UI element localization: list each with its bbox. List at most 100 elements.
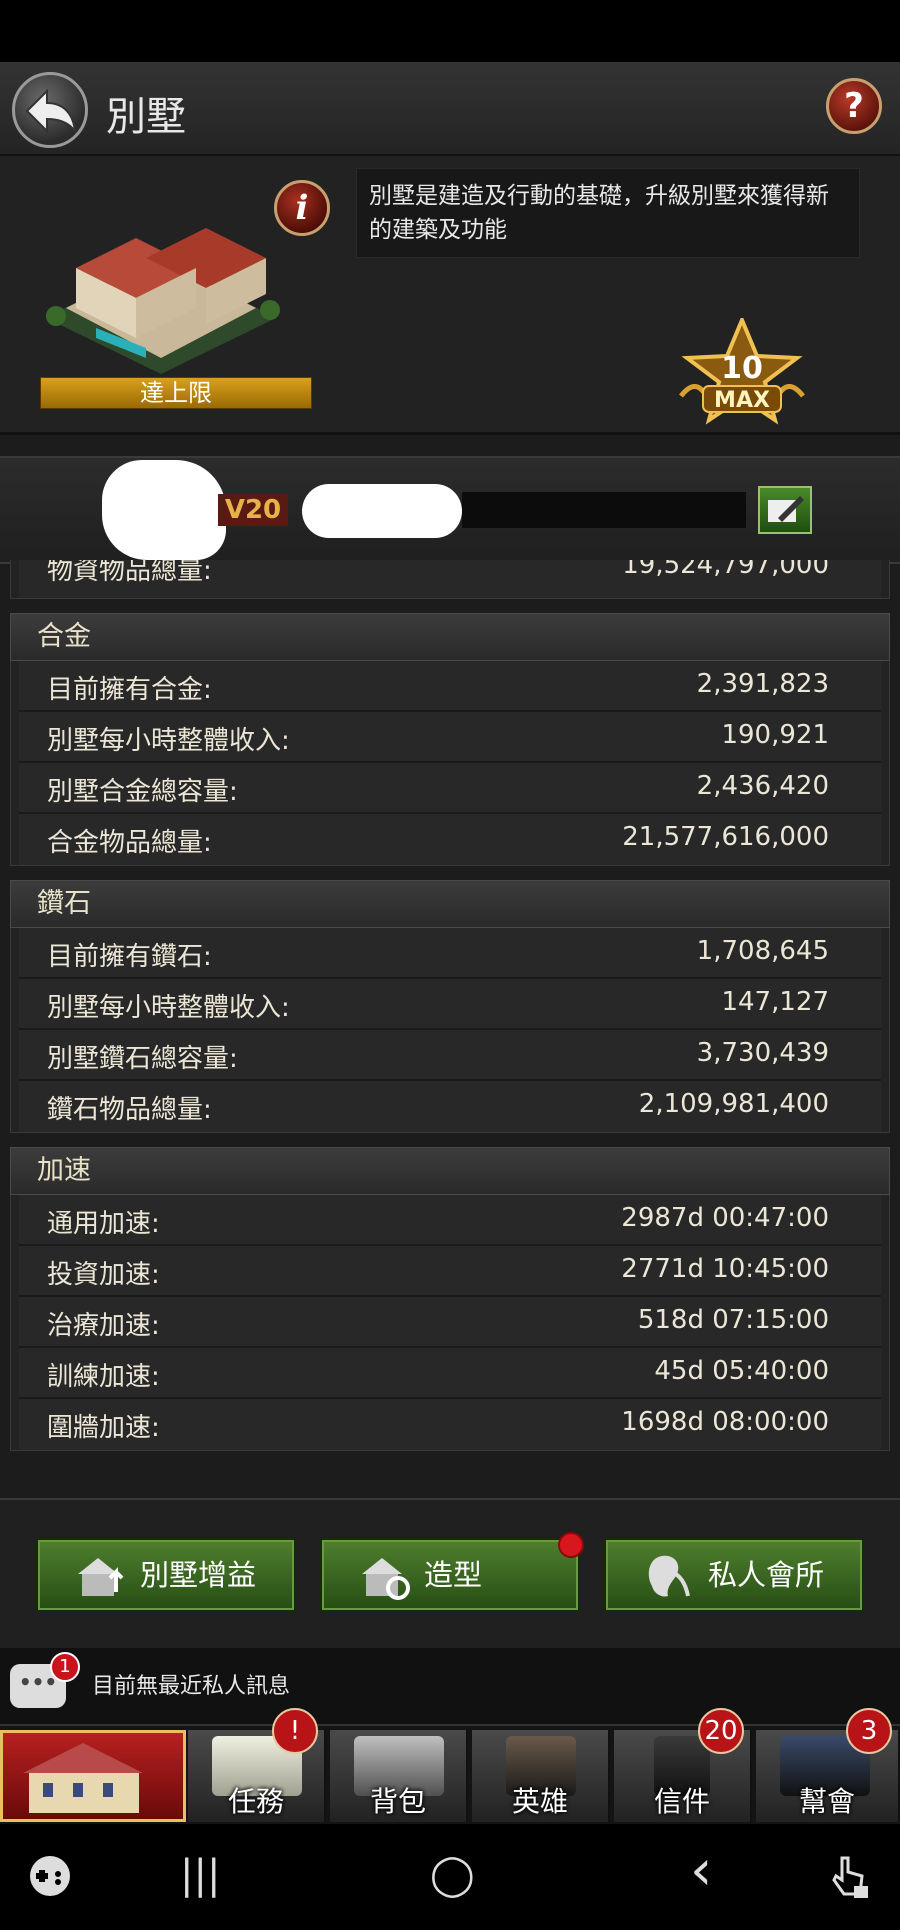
tab-label: 信件	[653, 1785, 710, 1818]
supplies-rows: 物資物品總量: 19,524,797,000	[10, 560, 890, 599]
action-label: 私人會所	[708, 1558, 825, 1592]
table-row: 訓練加速: 45d 05:40:00	[19, 1348, 881, 1399]
status-bar	[0, 0, 900, 62]
section-title: 加速	[10, 1147, 890, 1195]
table-row: 投資加速: 2771d 10:45:00	[19, 1246, 881, 1297]
home-button[interactable]: ◯	[430, 1852, 475, 1898]
notification-dot	[558, 1532, 584, 1558]
section-title: 合金	[10, 613, 890, 661]
level-number: 10	[721, 351, 763, 386]
resource-list[interactable]: 物資物品總量: 19,524,797,000 合金 目前擁有合金: 2,391,8…	[10, 560, 890, 1496]
tab-label: 幫會	[798, 1785, 855, 1818]
chat-badge: 1	[50, 1652, 80, 1682]
villa-boost-icon	[78, 1558, 124, 1596]
section-title: 鑽石	[10, 880, 890, 928]
table-row: 別墅鑽石總容量: 3,730,439	[19, 1030, 881, 1081]
row-value: 190,921	[721, 720, 829, 750]
recents-button[interactable]: |||	[180, 1852, 220, 1898]
table-row: 目前擁有鑽石: 1,708,645	[19, 928, 881, 979]
row-value: 1,708,645	[696, 936, 829, 966]
row-value: 2,109,981,400	[638, 1089, 829, 1119]
building-info-panel: 達上限 i 別墅是建造及行動的基礎，升級別墅來獲得新的建築及功能 10 MAX	[0, 156, 900, 435]
row-label: 通用加速:	[47, 1209, 160, 1239]
row-label: 目前擁有鑽石:	[47, 942, 212, 972]
row-label: 治療加速:	[47, 1311, 160, 1341]
tab-badge: 20	[698, 1708, 744, 1754]
villa-skin-icon	[362, 1558, 410, 1600]
tab-mail[interactable]: 信件 20	[614, 1708, 752, 1822]
table-row: 別墅每小時整體收入: 147,127	[19, 979, 881, 1030]
row-label: 圍牆加速:	[47, 1413, 160, 1443]
level-max-badge: 10 MAX	[679, 318, 805, 425]
edit-name-button[interactable]	[758, 486, 812, 534]
diamond-rows: 目前擁有鑽石: 1,708,645 別墅每小時整體收入: 147,127 別墅鑽石總…	[10, 928, 890, 1133]
chat-bar[interactable]: ••• 1 目前無最近私人訊息	[0, 1648, 900, 1724]
table-row: 通用加速: 2987d 00:47:00	[19, 1195, 881, 1246]
row-value: 2,391,823	[696, 669, 829, 699]
gamepad-icon[interactable]	[28, 1854, 72, 1898]
row-label: 別墅每小時整體收入:	[47, 726, 290, 756]
player-name	[302, 484, 462, 538]
tab-heroes[interactable]: 英雄	[472, 1730, 610, 1822]
player-name-field	[462, 492, 746, 528]
building-description: 別墅是建造及行動的基礎，升級別墅來獲得新的建築及功能	[356, 168, 860, 258]
system-nav-bar: ||| ◯ ‹	[0, 1824, 900, 1930]
table-row: 物資物品總量: 19,524,797,000	[19, 560, 881, 598]
tab-badge: 3	[846, 1708, 892, 1754]
row-value: 19,524,797,000	[622, 560, 829, 580]
row-label: 鑽石物品總量:	[47, 1095, 212, 1125]
row-value: 147,127	[721, 987, 829, 1017]
tab-bag[interactable]: 背包	[330, 1730, 468, 1822]
private-club-button[interactable]: 私人會所	[604, 1538, 864, 1612]
speedup-rows: 通用加速: 2987d 00:47:00 投資加速: 2771d 10:45:00 …	[10, 1195, 890, 1451]
section-alloy: 合金 目前擁有合金: 2,391,823 別墅每小時整體收入: 190,921 別墅…	[10, 613, 890, 866]
player-bar: V20	[0, 456, 900, 564]
action-label: 造型	[424, 1558, 483, 1592]
back-arrow-icon	[25, 89, 77, 133]
tab-gang[interactable]: 幫會 3	[756, 1708, 900, 1822]
alloy-rows: 目前擁有合金: 2,391,823 別墅每小時整體收入: 190,921 別墅合金總…	[10, 661, 890, 866]
table-row: 圍牆加速: 1698d 08:00:00	[19, 1399, 881, 1450]
tab-villa[interactable]	[0, 1730, 186, 1822]
row-label: 投資加速:	[47, 1260, 160, 1290]
row-label: 目前擁有合金:	[47, 675, 212, 705]
row-value: 518d 07:15:00	[637, 1305, 829, 1335]
row-label: 合金物品總量:	[47, 828, 212, 858]
row-value: 2,436,420	[696, 771, 829, 801]
section-speedup: 加速 通用加速: 2987d 00:47:00 投資加速: 2771d 10:45:…	[10, 1147, 890, 1451]
tab-quests[interactable]: 任務 !	[188, 1708, 326, 1822]
bottom-tab-bar: 任務 ! 背包 英雄 信件 20 幫會 3	[0, 1708, 900, 1826]
tab-label: 任務	[227, 1785, 284, 1818]
header: 別墅 ?	[0, 62, 900, 156]
table-row: 合金物品總量: 21,577,616,000	[19, 814, 881, 865]
row-label: 物資物品總量:	[47, 560, 212, 586]
villa-icon	[23, 1743, 143, 1813]
avatar[interactable]	[102, 460, 226, 560]
table-row: 目前擁有合金: 2,391,823	[19, 661, 881, 712]
villa-boost-button[interactable]: 別墅增益	[36, 1538, 296, 1612]
row-value: 45d 05:40:00	[654, 1356, 829, 1386]
page-title: 別墅	[106, 94, 186, 140]
back-nav-button[interactable]: ‹	[690, 1838, 712, 1903]
row-value: 2771d 10:45:00	[621, 1254, 829, 1284]
tab-label: 英雄	[511, 1785, 568, 1818]
back-button[interactable]	[12, 72, 88, 148]
row-value: 3,730,439	[696, 1038, 829, 1068]
row-label: 訓練加速:	[47, 1362, 160, 1392]
info-icon[interactable]: i	[274, 180, 330, 236]
vip-badge: V20	[218, 494, 288, 526]
help-button[interactable]: ?	[826, 78, 882, 134]
table-row: 別墅每小時整體收入: 190,921	[19, 712, 881, 763]
villa-skin-button[interactable]: 造型	[320, 1532, 584, 1612]
row-value: 21,577,616,000	[622, 822, 829, 852]
row-label: 別墅每小時整體收入:	[47, 993, 290, 1023]
table-row: 別墅合金總容量: 2,436,420	[19, 763, 881, 814]
club-lady-icon	[648, 1555, 690, 1597]
row-value: 1698d 08:00:00	[621, 1407, 829, 1437]
level-max-label: MAX	[714, 388, 770, 413]
tab-badge: !	[272, 1708, 318, 1754]
row-label: 別墅鑽石總容量:	[47, 1044, 238, 1074]
edit-pencil-icon	[768, 496, 804, 522]
touch-lock-icon[interactable]	[828, 1854, 872, 1902]
table-row: 治療加速: 518d 07:15:00	[19, 1297, 881, 1348]
